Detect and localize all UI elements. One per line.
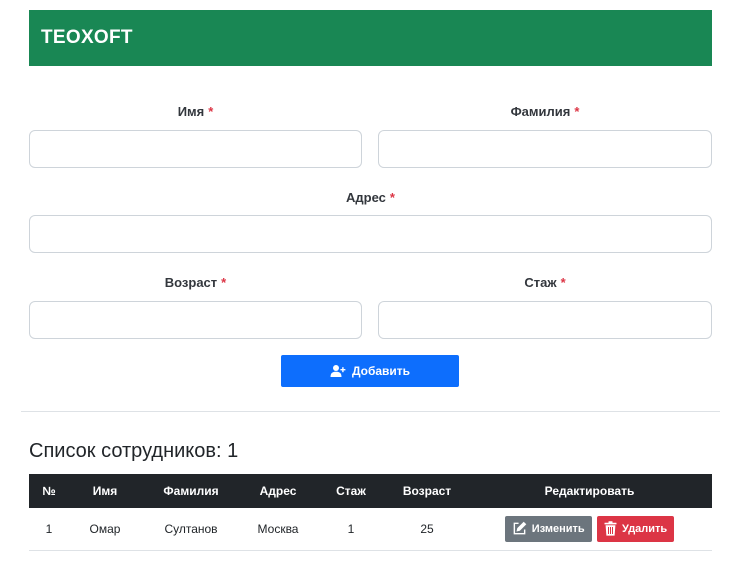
age-label: Возраст * [29, 275, 362, 290]
brand-logo-text[interactable]: TEOXOFT [41, 27, 133, 49]
employee-list-title: Список сотрудников: 1 [29, 440, 239, 462]
delete-employee-button[interactable]: Удалить [597, 515, 675, 542]
cell-last-name: Султанов [164, 521, 218, 536]
required-mark: * [389, 190, 395, 205]
edit-employee-button[interactable]: Изменить [504, 515, 592, 542]
section-divider [21, 411, 720, 412]
trash-icon [604, 521, 617, 536]
cell-experience: 1 [347, 521, 355, 536]
column-header-last-name: Фамилия [163, 484, 219, 498]
column-header-experience: Стаж [336, 484, 366, 498]
add-employee-button[interactable]: Добавить [281, 355, 459, 387]
address-label: Адрес * [29, 190, 712, 205]
edit-button-label: Изменить [531, 522, 585, 535]
address-label-text: Адрес [346, 190, 386, 205]
experience-label-text: Стаж [524, 275, 557, 290]
cell-first-name: Омар [89, 521, 121, 536]
last-name-label-text: Фамилия [510, 104, 571, 119]
first-name-input[interactable] [29, 130, 362, 168]
last-name-label: Фамилия * [378, 104, 712, 119]
table-header: № Имя Фамилия Адрес Стаж Возраст Редакти… [29, 474, 712, 508]
column-header-age: Возраст [402, 484, 452, 498]
experience-label: Стаж * [378, 275, 712, 290]
column-header-address: Адрес [259, 484, 297, 498]
first-name-label: Имя * [29, 104, 362, 119]
column-header-number: № [42, 484, 56, 498]
user-plus-icon [330, 364, 346, 378]
cell-actions: Изменить Удалить [467, 508, 712, 550]
required-mark: * [221, 275, 227, 290]
app-header: TEOXOFT [29, 10, 712, 66]
table-row: 1 Омар Султанов Москва 1 25 Изменить Уда… [29, 508, 712, 550]
address-input[interactable] [29, 215, 712, 253]
first-name-label-text: Имя [177, 104, 205, 119]
age-label-text: Возраст [164, 275, 218, 290]
experience-input[interactable] [378, 301, 712, 339]
add-button-label: Добавить [351, 364, 411, 378]
column-header-edit: Редактировать [544, 484, 635, 498]
cell-address: Москва [257, 521, 299, 536]
required-mark: * [560, 275, 566, 290]
pencil-square-icon [512, 521, 527, 536]
table-header-row: № Имя Фамилия Адрес Стаж Возраст Редакти… [29, 474, 712, 508]
required-mark: * [574, 104, 580, 119]
last-name-input[interactable] [378, 130, 712, 168]
cell-age: 25 [420, 521, 434, 536]
employees-table: № Имя Фамилия Адрес Стаж Возраст Редакти… [29, 474, 712, 551]
column-header-first-name: Имя [92, 484, 118, 498]
cell-number: 1 [45, 521, 53, 536]
age-input[interactable] [29, 301, 362, 339]
required-mark: * [208, 104, 214, 119]
delete-button-label: Удалить [622, 522, 668, 535]
